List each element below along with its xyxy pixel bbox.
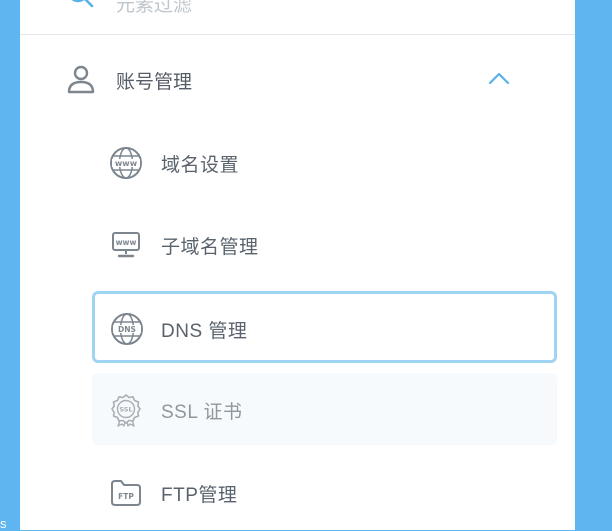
ssl-badge-icon: SSL bbox=[111, 394, 141, 427]
menu-item-label: 域名设置 bbox=[161, 155, 240, 176]
edge-text: s bbox=[0, 516, 7, 531]
www-icon-text: www bbox=[115, 159, 138, 168]
ssl-icon-text: SSL bbox=[119, 406, 132, 414]
account-management-header[interactable]: 账号管理 bbox=[20, 55, 575, 105]
search-icon bbox=[71, 0, 94, 8]
ftp-folder-icon: FTP bbox=[111, 480, 141, 506]
menu-item-dns-management[interactable]: DNS DNS 管理 bbox=[92, 291, 557, 363]
menu-item-ssl-certificate[interactable]: SSL SSL 证书 bbox=[92, 373, 557, 445]
dns-globe-icon: DNS bbox=[111, 313, 143, 345]
www-globe-icon: www bbox=[110, 147, 142, 179]
menu-item-label: FTP管理 bbox=[161, 485, 238, 506]
filter-row[interactable]: 元素过滤 bbox=[20, 0, 575, 35]
www-monitor-icon: www bbox=[112, 232, 140, 258]
menu-panel: 元素过滤 账号管理 www 域名设置 www 子域名管理 DNS DNS 管理 … bbox=[20, 0, 575, 530]
www-icon-text: www bbox=[116, 238, 137, 247]
group-title: 账号管理 bbox=[116, 72, 193, 93]
menu-item-domain-settings[interactable]: www 域名设置 bbox=[92, 126, 557, 198]
filter-placeholder: 元素过滤 bbox=[116, 0, 193, 16]
dns-icon-text: DNS bbox=[118, 325, 136, 334]
menu-item-label: 子域名管理 bbox=[161, 237, 259, 258]
user-icon bbox=[67, 65, 95, 94]
ftp-icon-text: FTP bbox=[118, 492, 134, 501]
menu-item-subdomain-management[interactable]: www 子域名管理 bbox=[92, 208, 557, 280]
menu-item-ftp-management[interactable]: FTP FTP管理 bbox=[92, 456, 557, 528]
chevron-up-icon[interactable] bbox=[487, 70, 511, 86]
menu-item-label: SSL 证书 bbox=[161, 402, 243, 423]
menu-item-label: DNS 管理 bbox=[161, 321, 248, 342]
